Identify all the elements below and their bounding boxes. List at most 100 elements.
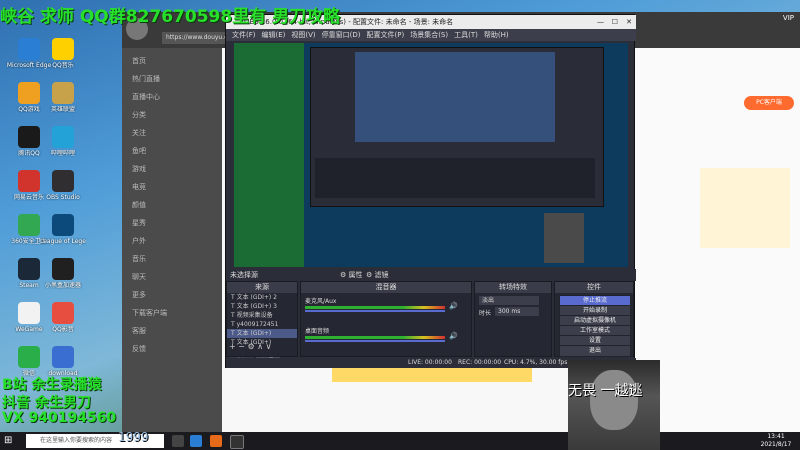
stream-overlay-top: 峡谷 求师 QQ群827670598里有 男刀攻略	[0, 7, 341, 27]
filters-button[interactable]: ⚙ 滤镜	[366, 269, 389, 281]
move-up-icon[interactable]: ∧	[257, 342, 263, 351]
desktop-icon-label: 哔哩哔哩	[50, 150, 75, 157]
app-icon	[52, 258, 74, 280]
add-icon[interactable]: +	[229, 342, 236, 351]
source-toolbar: + − ⚙ ∧ ∨	[229, 342, 271, 351]
app-icon	[18, 258, 40, 280]
sidebar-item[interactable]: 户外	[132, 236, 216, 250]
obs-menu-item[interactable]: 视图(V)	[291, 31, 315, 39]
vip-badge[interactable]: VIP	[758, 14, 794, 24]
stream-overlay-bilibili: B站 余生录播猿	[2, 377, 102, 393]
desktop-icon[interactable]: QQ音乐	[40, 38, 86, 82]
obs-control-button[interactable]: 退出	[559, 345, 631, 357]
obs-menu-item[interactable]: 工具(T)	[454, 31, 478, 39]
preview-nested-screen	[355, 52, 555, 142]
obs-menu-item[interactable]: 配置文件(P)	[367, 31, 405, 39]
obs-menu-item[interactable]: 文件(F)	[232, 31, 256, 39]
mixer-track-desktop-slider[interactable]	[305, 340, 445, 342]
webcam-feed	[568, 360, 660, 450]
preview-webcam-thumb	[544, 213, 584, 263]
obs-menubar: 文件(F) 编辑(E) 视图(V) 停靠窗口(D) 配置文件(P) 场景集合(S) 工具(T…	[226, 29, 636, 41]
browser-taskbar-icon[interactable]	[210, 435, 222, 447]
sidebar-item[interactable]: 关注	[132, 128, 216, 142]
sidebar-item[interactable]: 首页	[132, 56, 216, 70]
desktop-icon[interactable]: OBS Studio	[40, 170, 86, 214]
desktop-icon-label: OBS Studio	[46, 194, 80, 201]
desktop-icon[interactable]: 哔哩哔哩	[40, 126, 86, 170]
pc-client-button[interactable]: PC客户端	[744, 96, 794, 110]
source-item[interactable]: T 视频采集设备	[227, 311, 297, 320]
sidebar-item[interactable]: 游戏	[132, 164, 216, 178]
move-down-icon[interactable]: ∨	[266, 342, 272, 351]
app-icon	[52, 126, 74, 148]
transition-select[interactable]: 淡出	[479, 296, 539, 305]
sidebar-item[interactable]: 星秀	[132, 218, 216, 232]
preview-obs-nested	[310, 47, 604, 207]
obs-menu-item[interactable]: 场景集合(S)	[410, 31, 448, 39]
mixer-panel: 混音器 麦克风/Aux 🔊 桌面音频 🔊	[300, 281, 472, 357]
sidebar-item[interactable]: 下载客户端	[132, 308, 216, 322]
task-view-icon[interactable]	[172, 435, 184, 447]
source-item[interactable]: T 文本 (GDI+) 3	[227, 302, 297, 311]
mascot-image	[700, 168, 790, 248]
desktop-icon-label: QQ音乐	[52, 62, 74, 69]
sidebar-item[interactable]: 客服	[132, 326, 216, 340]
app-icon	[52, 302, 74, 324]
obs-preview[interactable]	[234, 43, 628, 267]
desktop-icon[interactable]: League of Legends	[40, 214, 86, 258]
minimize-icon[interactable]: —	[597, 15, 604, 29]
gear-icon[interactable]: ⚙	[248, 342, 255, 351]
sidebar-item[interactable]: 鱼吧	[132, 146, 216, 160]
desktop-icon-label: QQ影音	[52, 326, 74, 333]
sidebar-item[interactable]: 分类	[132, 110, 216, 124]
sidebar-item[interactable]: 聊天	[132, 272, 216, 286]
promo-banner[interactable]	[332, 368, 532, 382]
stream-overlay-vx: VX 940194560	[2, 410, 117, 426]
obs-menu-item[interactable]: 帮助(H)	[484, 31, 509, 39]
obs-menu-item[interactable]: 停靠窗口(D)	[322, 31, 361, 39]
desktop-icon[interactable]: QQ影音	[40, 302, 86, 346]
edge-taskbar-icon[interactable]	[190, 435, 202, 447]
transitions-panel: 转场特效 淡出 时长 300 ms	[474, 281, 552, 357]
duration-input[interactable]: 300 ms	[495, 307, 539, 316]
mixer-header: 混音器	[301, 282, 471, 293]
speaker-icon[interactable]: 🔊	[449, 332, 458, 340]
speaker-icon[interactable]: 🔊	[449, 302, 458, 310]
browser-sidebar: 首页热门直播直播中心分类关注鱼吧游戏电竞颜值星秀户外音乐聊天更多下载客户端客服反…	[122, 48, 222, 432]
mixer-track-mic-meter	[305, 306, 445, 309]
sidebar-item[interactable]: 反馈	[132, 344, 216, 358]
sidebar-item[interactable]: 热门直播	[132, 74, 216, 88]
sidebar-item[interactable]: 直播中心	[132, 92, 216, 106]
obs-taskbar-icon[interactable]	[230, 435, 244, 449]
sources-panel: 来源 T 文本 (GDI+) 2T 文本 (GDI+) 3T 视频采集设备 T y…	[226, 281, 298, 357]
app-icon	[18, 214, 40, 236]
obs-menu-item[interactable]: 编辑(E)	[262, 31, 286, 39]
webcam-caption: 无畏 一越逃	[568, 383, 643, 399]
sidebar-item[interactable]: 音乐	[132, 254, 216, 268]
controls-header: 控件	[555, 282, 633, 293]
duration-label: 时长	[479, 310, 492, 317]
desktop-icon[interactable]: 小黑盒加速器	[40, 258, 86, 302]
source-item[interactable]: T y4009172451	[227, 320, 297, 329]
source-item[interactable]: T 文本 (GDI+) 2	[227, 293, 297, 302]
sidebar-item[interactable]: 更多	[132, 290, 216, 304]
sources-list: T 文本 (GDI+) 2T 文本 (GDI+) 3T 视频采集设备 T y400…	[227, 293, 297, 347]
desktop-icon[interactable]: 英雄联盟	[40, 82, 86, 126]
maximize-icon[interactable]: ☐	[612, 15, 618, 29]
app-icon	[18, 82, 40, 104]
source-item[interactable]: T 文本 (GDI+)	[227, 329, 297, 338]
sidebar-item[interactable]: 电竞	[132, 182, 216, 196]
close-icon[interactable]: ✕	[626, 15, 632, 29]
sidebar-item[interactable]: 颜值	[132, 200, 216, 214]
transitions-header: 转场特效	[475, 282, 551, 293]
remove-icon[interactable]: −	[238, 342, 245, 351]
mixer-track-mic-slider[interactable]	[305, 310, 445, 312]
taskbar-date: 2021/8/17	[760, 441, 792, 448]
properties-button[interactable]: ⚙ 属性	[340, 269, 363, 281]
mixer-track-desktop-meter	[305, 336, 445, 339]
mixer-track-desktop-label: 桌面音频	[305, 328, 330, 335]
app-icon	[18, 170, 40, 192]
app-icon	[18, 38, 40, 60]
controls-panel: 控件 停止推流 开始录制 启动虚拟摄像机 工作室模式 设置 退出	[554, 281, 634, 357]
windows-start-icon[interactable]: ⊞	[4, 435, 16, 447]
